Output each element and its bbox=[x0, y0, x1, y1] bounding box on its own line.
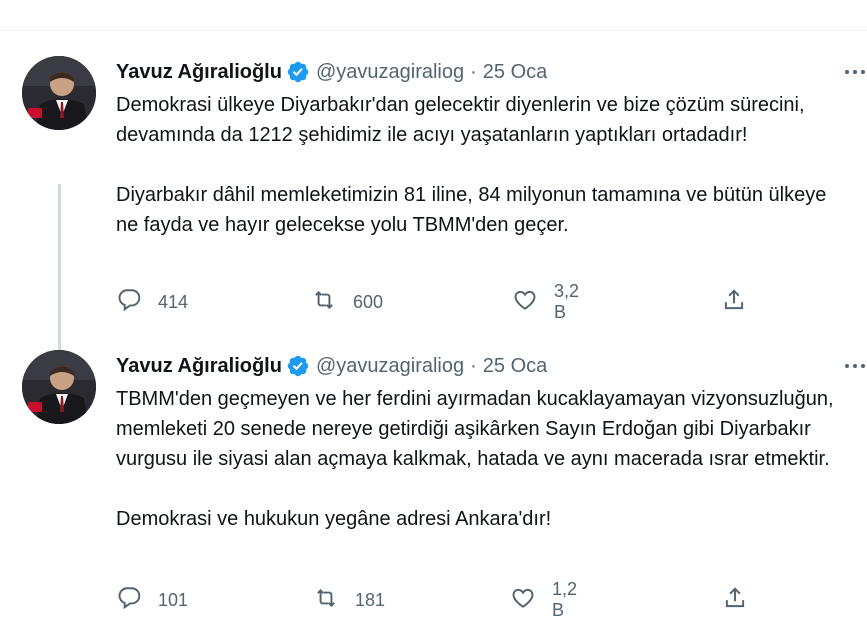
like-count: 3,2 B bbox=[554, 281, 580, 322]
author-handle[interactable]: @yavuzagiraliog bbox=[316, 355, 464, 378]
separator-dot: · bbox=[470, 60, 477, 83]
share-icon bbox=[721, 287, 747, 318]
tweet-paragraph: Demokrasi ülkeye Diyarbakır'dan gelecekt… bbox=[116, 94, 805, 146]
reply-icon bbox=[116, 287, 142, 318]
tweet-text: Demokrasi ülkeye Diyarbakır'dan gelecekt… bbox=[116, 90, 851, 240]
separator-dot: · bbox=[470, 354, 477, 377]
timeline-divider bbox=[0, 30, 867, 31]
author-name[interactable]: Yavuz Ağıralioğlu bbox=[116, 355, 282, 378]
like-count: 1,2 B bbox=[552, 579, 578, 620]
heart-icon bbox=[512, 287, 538, 318]
tweet[interactable]: Yavuz Ağıralioğlu @yavuzagiraliog · 25 O… bbox=[0, 344, 867, 624]
avatar[interactable] bbox=[22, 350, 96, 424]
more-icon[interactable] bbox=[843, 62, 867, 82]
heart-icon bbox=[510, 585, 536, 616]
author-name[interactable]: Yavuz Ağıralioğlu bbox=[116, 61, 282, 84]
retweet-button[interactable]: 600 bbox=[311, 287, 383, 317]
tweet-date[interactable]: 25 Oca bbox=[483, 61, 547, 84]
reply-icon bbox=[116, 585, 142, 616]
like-button[interactable]: 1,2 B bbox=[510, 579, 577, 620]
like-button[interactable]: 3,2 B bbox=[512, 281, 579, 322]
reply-button[interactable]: 414 bbox=[116, 287, 188, 317]
retweet-button[interactable]: 181 bbox=[313, 585, 385, 615]
tweet-date[interactable]: 25 Oca bbox=[483, 355, 547, 378]
reply-button[interactable]: 101 bbox=[116, 585, 188, 615]
retweet-icon bbox=[313, 585, 339, 616]
reply-count: 414 bbox=[158, 291, 189, 312]
tweet-header: Yavuz Ağıralioğlu @yavuzagiraliog · 25 O… bbox=[116, 58, 547, 86]
retweet-count: 600 bbox=[353, 291, 384, 312]
retweet-icon bbox=[311, 287, 337, 318]
author-handle[interactable]: @yavuzagiraliog bbox=[316, 61, 464, 84]
share-button[interactable] bbox=[721, 287, 747, 317]
more-icon[interactable] bbox=[843, 356, 867, 376]
tweet-paragraph: TBMM'den geçmeyen ve her ferdini ayırmad… bbox=[116, 388, 834, 470]
reply-count: 101 bbox=[158, 589, 189, 610]
verified-badge-icon bbox=[286, 354, 310, 378]
share-icon bbox=[722, 585, 748, 616]
tweet-paragraph: Diyarbakır dâhil memleketimizin 81 iline… bbox=[116, 184, 827, 236]
tweet-text: TBMM'den geçmeyen ve her ferdini ayırmad… bbox=[116, 384, 851, 534]
tweet-paragraph: Demokrasi ve hukukun yegâne adresi Ankar… bbox=[116, 508, 552, 530]
tweet[interactable]: Yavuz Ağıralioğlu @yavuzagiraliog · 25 O… bbox=[0, 50, 867, 396]
share-button[interactable] bbox=[722, 585, 748, 615]
tweet-header: Yavuz Ağıralioğlu @yavuzagiraliog · 25 O… bbox=[116, 352, 547, 380]
retweet-count: 181 bbox=[355, 589, 386, 610]
avatar[interactable] bbox=[22, 56, 96, 130]
verified-badge-icon bbox=[286, 60, 310, 84]
